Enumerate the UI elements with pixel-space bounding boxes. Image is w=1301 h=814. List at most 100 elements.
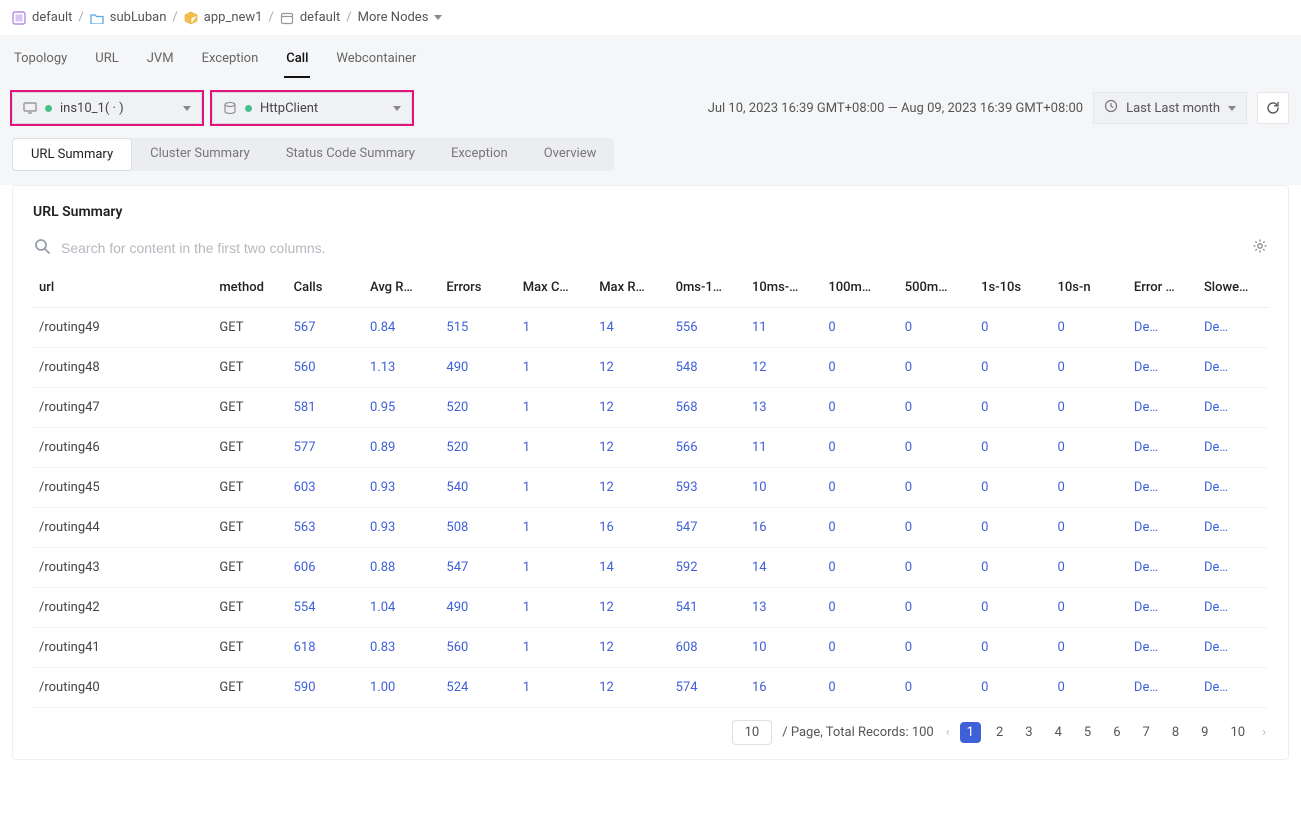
subtab-exception[interactable]: Exception: [433, 138, 526, 171]
pager-page[interactable]: 2: [989, 722, 1010, 743]
cell-value[interactable]: 0: [975, 508, 1051, 548]
column-header[interactable]: 1s-10s: [975, 268, 1051, 308]
pager-page[interactable]: 9: [1194, 722, 1215, 743]
error-detail-link[interactable]: De…: [1128, 468, 1198, 508]
error-detail-link[interactable]: De…: [1128, 428, 1198, 468]
cell-value[interactable]: 606: [288, 548, 364, 588]
table-settings-button[interactable]: [1252, 238, 1268, 258]
cell-value[interactable]: 0: [975, 588, 1051, 628]
pager-page[interactable]: 3: [1018, 722, 1039, 743]
column-header[interactable]: 100m…: [822, 268, 898, 308]
cell-value[interactable]: 0: [1052, 388, 1128, 428]
cell-value[interactable]: 520: [440, 428, 516, 468]
cell-value[interactable]: 14: [593, 308, 669, 348]
cell-value[interactable]: 618: [288, 628, 364, 668]
cell-value[interactable]: 0: [975, 548, 1051, 588]
cell-value[interactable]: 0: [822, 508, 898, 548]
cell-value[interactable]: 0.89: [364, 428, 440, 468]
cell-value[interactable]: 0: [1052, 668, 1128, 708]
cell-value[interactable]: 567: [288, 308, 364, 348]
cell-value[interactable]: 12: [593, 588, 669, 628]
cell-value[interactable]: 1: [517, 668, 593, 708]
breadcrumb-item[interactable]: subLuban: [90, 10, 167, 25]
error-detail-link[interactable]: De…: [1128, 548, 1198, 588]
cell-value[interactable]: 592: [670, 548, 746, 588]
slowest-detail-link[interactable]: De…: [1198, 548, 1268, 588]
subtab-cluster-summary[interactable]: Cluster Summary: [132, 138, 268, 171]
cell-value[interactable]: 0: [899, 588, 975, 628]
cell-value[interactable]: 10: [746, 468, 822, 508]
tab-call[interactable]: Call: [284, 45, 310, 78]
column-header[interactable]: 500m…: [899, 268, 975, 308]
cell-value[interactable]: 0: [822, 388, 898, 428]
slowest-detail-link[interactable]: De…: [1198, 628, 1268, 668]
cell-value[interactable]: 0.88: [364, 548, 440, 588]
cell-value[interactable]: 515: [440, 308, 516, 348]
slowest-detail-link[interactable]: De…: [1198, 308, 1268, 348]
pager-page[interactable]: 8: [1165, 722, 1186, 743]
cell-value[interactable]: 12: [593, 428, 669, 468]
cell-value[interactable]: 11: [746, 428, 822, 468]
cell-value[interactable]: 1: [517, 308, 593, 348]
cell-value[interactable]: 14: [746, 548, 822, 588]
tab-url[interactable]: URL: [93, 45, 120, 78]
cell-value[interactable]: 0.93: [364, 508, 440, 548]
breadcrumb-item[interactable]: default: [280, 10, 340, 25]
cell-value[interactable]: 1: [517, 428, 593, 468]
cell-value[interactable]: 0: [1052, 468, 1128, 508]
cell-value[interactable]: 13: [746, 388, 822, 428]
cell-value[interactable]: 14: [593, 548, 669, 588]
cell-value[interactable]: 608: [670, 628, 746, 668]
cell-value[interactable]: 0: [899, 668, 975, 708]
cell-value[interactable]: 0.95: [364, 388, 440, 428]
cell-value[interactable]: 10: [746, 628, 822, 668]
cell-value[interactable]: 1: [517, 468, 593, 508]
cell-value[interactable]: 1.13: [364, 348, 440, 388]
cell-value[interactable]: 520: [440, 388, 516, 428]
cell-value[interactable]: 0: [899, 508, 975, 548]
slowest-detail-link[interactable]: De…: [1198, 468, 1268, 508]
cell-value[interactable]: 16: [746, 668, 822, 708]
cell-value[interactable]: 0: [899, 428, 975, 468]
cell-value[interactable]: 0: [975, 628, 1051, 668]
slowest-detail-link[interactable]: De…: [1198, 388, 1268, 428]
cell-value[interactable]: 1: [517, 388, 593, 428]
cell-value[interactable]: 0: [822, 588, 898, 628]
error-detail-link[interactable]: De…: [1128, 588, 1198, 628]
error-detail-link[interactable]: De…: [1128, 308, 1198, 348]
column-header[interactable]: Max C…: [517, 268, 593, 308]
cell-value[interactable]: 1.04: [364, 588, 440, 628]
pager-page[interactable]: 1: [960, 722, 981, 743]
column-header[interactable]: Avg R…: [364, 268, 440, 308]
cell-value[interactable]: 0: [899, 468, 975, 508]
cell-value[interactable]: 0: [1052, 588, 1128, 628]
pager-page[interactable]: 4: [1048, 722, 1069, 743]
cell-value[interactable]: 12: [593, 668, 669, 708]
cell-value[interactable]: 0: [899, 308, 975, 348]
slowest-detail-link[interactable]: De…: [1198, 588, 1268, 628]
instance-selector[interactable]: ins10_1( · ): [12, 92, 202, 124]
cell-value[interactable]: 0: [822, 428, 898, 468]
tab-jvm[interactable]: JVM: [145, 45, 176, 78]
cell-value[interactable]: 566: [670, 428, 746, 468]
cell-value[interactable]: 0: [975, 428, 1051, 468]
cell-value[interactable]: 0: [822, 548, 898, 588]
cell-value[interactable]: 563: [288, 508, 364, 548]
pager-page[interactable]: 7: [1136, 722, 1157, 743]
pager-page[interactable]: 5: [1077, 722, 1098, 743]
column-header[interactable]: 10s-n: [1052, 268, 1128, 308]
tab-exception[interactable]: Exception: [200, 45, 261, 78]
cell-value[interactable]: 541: [670, 588, 746, 628]
cell-value[interactable]: 0: [899, 348, 975, 388]
column-header[interactable]: method: [213, 268, 287, 308]
date-preset-selector[interactable]: Last Last month: [1093, 92, 1247, 124]
cell-value[interactable]: 490: [440, 588, 516, 628]
cell-value[interactable]: 16: [593, 508, 669, 548]
error-detail-link[interactable]: De…: [1128, 628, 1198, 668]
pager-next[interactable]: ›: [1260, 725, 1268, 740]
cell-value[interactable]: 1: [517, 348, 593, 388]
cell-value[interactable]: 524: [440, 668, 516, 708]
cell-value[interactable]: 560: [440, 628, 516, 668]
cell-value[interactable]: 0: [1052, 428, 1128, 468]
slowest-detail-link[interactable]: De…: [1198, 348, 1268, 388]
